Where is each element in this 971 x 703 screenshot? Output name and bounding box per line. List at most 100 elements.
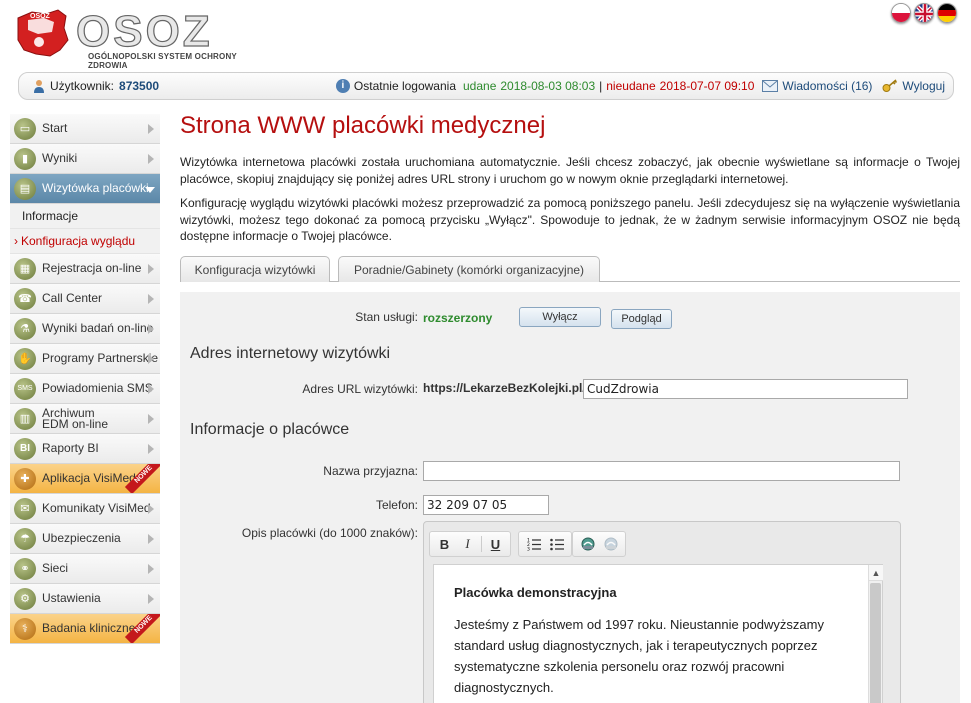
- sidebar-item-start[interactable]: ▭ Start: [10, 114, 160, 144]
- sidebar-item-komunikaty[interactable]: ✉ Komunikaty VisiMed: [10, 494, 160, 524]
- disable-button[interactable]: Wyłącz: [519, 307, 601, 327]
- monitor-icon: ▭: [14, 117, 36, 140]
- sidebar-item-label: Sieci: [42, 561, 69, 575]
- list-toolbar: 123: [518, 531, 572, 557]
- ordered-list-icon[interactable]: 123: [524, 535, 543, 554]
- friendly-name-input[interactable]: [423, 461, 900, 481]
- sidebar-item-archiwum[interactable]: ▥ Archiwum EDM on-line: [10, 404, 160, 434]
- pl-flag-icon[interactable]: [891, 3, 911, 23]
- unlink-icon[interactable]: [601, 535, 620, 554]
- handshake-icon: ✋: [14, 347, 36, 370]
- url-slug-input[interactable]: [583, 379, 908, 399]
- messages-link[interactable]: Wiadomości (16): [782, 79, 872, 93]
- network-icon: ⚭: [14, 557, 36, 580]
- italic-icon[interactable]: I: [458, 535, 477, 554]
- last-login-label: Ostatnie logowania: [353, 79, 456, 93]
- login-info: i Ostatnie logowania udane 2018-08-03 08…: [335, 79, 945, 93]
- sidebar-item-wizytowka[interactable]: ▤ Wizytówka placówki: [10, 174, 160, 204]
- rich-text-editor: B I U 123 Placówka demonstracyjna Jesteś…: [423, 521, 901, 703]
- language-flags: [891, 3, 957, 23]
- logout-link[interactable]: Wyloguj: [902, 79, 945, 93]
- name-label: Nazwa przyjazna:: [323, 464, 418, 478]
- bullet-list-icon[interactable]: [547, 535, 566, 554]
- sidebar-item-label: Ustawienia: [42, 591, 101, 605]
- subitem-informacje[interactable]: Informacje: [10, 204, 160, 229]
- flask-icon: ⚗: [14, 317, 36, 340]
- chevron-down-icon: [145, 187, 155, 193]
- link-icon[interactable]: [578, 535, 597, 554]
- sidebar-item-label: Wyniki badań on-line: [42, 321, 154, 335]
- sidebar-item-call-center[interactable]: ☎ Call Center: [10, 284, 160, 314]
- sidebar-item-label: Powiadomienia SMS: [42, 381, 153, 395]
- user-info: Użytkownik: 873500: [33, 79, 159, 93]
- sidebar-item-programy[interactable]: ✋ Programy Partnerskie: [10, 344, 160, 374]
- sidebar-item-label: Programy Partnerskie: [42, 351, 159, 365]
- tab-konfiguracja-wizytowki[interactable]: Konfiguracja wizytówki: [180, 256, 330, 282]
- sidebar-item-wyniki-badan[interactable]: ⚗ Wyniki badań on-line: [10, 314, 160, 344]
- tab-poradnie-gabinety[interactable]: Poradnie/Gabinety (komórki organizacyjne…: [338, 256, 600, 282]
- editor-scrollbar[interactable]: ▲: [868, 565, 883, 703]
- subitem-label: Konfiguracja wyglądu: [21, 234, 136, 248]
- sidebar-item-label: Ubezpieczenia: [42, 531, 121, 545]
- subitem-konfiguracja[interactable]: Konfiguracja wyglądu: [10, 229, 160, 254]
- format-toolbar: B I U: [429, 531, 511, 557]
- sidebar-item-label: Komunikaty VisiMed: [42, 501, 151, 515]
- config-panel: Stan usługi: rozszerzony Wyłącz Podgląd …: [180, 292, 960, 703]
- user-id: 873500: [119, 79, 160, 93]
- envelope-icon[interactable]: [762, 80, 779, 92]
- archive-icon: ▥: [14, 407, 36, 430]
- sidebar-item-label: Archiwum EDM on-line: [42, 405, 109, 431]
- key-icon[interactable]: [882, 79, 898, 93]
- uk-flag-icon[interactable]: [914, 3, 934, 23]
- sidebar-item-label: Rejestracja on-line: [42, 261, 142, 275]
- sidebar-item-label: Wizytówka placówki: [42, 181, 149, 195]
- chevron-right-icon: [148, 504, 154, 514]
- service-label: Stan usługi:: [355, 310, 418, 324]
- info-section-heading: Informacje o placówce: [190, 421, 350, 438]
- de-flag-icon[interactable]: [937, 3, 957, 23]
- sidebar-item-badania-kliniczne[interactable]: ⚕ Badania kliniczne NOWE: [10, 614, 160, 644]
- sidebar: ▭ Start ▮ Wyniki ▤ Wizytówka placówki In…: [10, 114, 160, 644]
- info-icon: i: [335, 79, 350, 93]
- success-label: udane: [463, 79, 497, 93]
- osoz-logo[interactable]: OSOZ OSOZ OGÓLNOPOLSKI SYSTEM OCHRONY ZD…: [14, 6, 264, 70]
- chevron-right-icon: [148, 264, 154, 274]
- user-label: Użytkownik:: [50, 79, 115, 93]
- config-paragraph: Konfigurację wyglądu wizytówki placówki …: [180, 196, 960, 243]
- tab-bar: Konfiguracja wizytówki Poradnie/Gabinety…: [180, 256, 960, 282]
- chevron-right-icon: [148, 444, 154, 454]
- chevron-right-icon: [148, 324, 154, 334]
- svg-text:3: 3: [527, 547, 530, 552]
- bi-icon: BI: [14, 437, 36, 460]
- scrollbar-thumb[interactable]: [870, 583, 881, 703]
- sidebar-item-label: Badania kliniczne: [42, 621, 136, 635]
- clinical-icon: ⚕: [14, 617, 36, 640]
- gear-icon: ⚙: [14, 587, 36, 610]
- editor-content[interactable]: Placówka demonstracyjna Jesteśmy z Państ…: [433, 564, 883, 703]
- sidebar-item-raporty[interactable]: BI Raporty BI: [10, 434, 160, 464]
- header: OSOZ OSOZ OGÓLNOPOLSKI SYSTEM OCHRONY ZD…: [0, 0, 971, 72]
- underline-icon[interactable]: U: [486, 535, 505, 554]
- scroll-up-icon[interactable]: ▲: [869, 565, 883, 581]
- svg-text:OSOZ: OSOZ: [30, 13, 51, 20]
- sidebar-item-sieci[interactable]: ⚭ Sieci: [10, 554, 160, 584]
- sidebar-item-label: Start: [42, 121, 68, 135]
- preview-button[interactable]: Podgląd: [611, 309, 672, 329]
- bold-icon[interactable]: B: [435, 535, 454, 554]
- failed-time: 2018-07-07 09:10: [659, 79, 755, 93]
- status-bar: Użytkownik: 873500 i Ostatnie logowania …: [18, 72, 954, 100]
- sidebar-item-rejestracja[interactable]: ▦ Rejestracja on-line: [10, 254, 160, 284]
- sidebar-item-label: Aplikacja VisiMed: [42, 471, 136, 485]
- umbrella-icon: ☂: [14, 527, 36, 550]
- app-icon: ✚: [14, 467, 36, 490]
- sidebar-item-ustawienia[interactable]: ⚙ Ustawienia: [10, 584, 160, 614]
- phone-input[interactable]: [423, 495, 549, 515]
- chevron-right-icon: [148, 354, 154, 364]
- sidebar-item-wyniki[interactable]: ▮ Wyniki: [10, 144, 160, 174]
- card-icon: ▤: [14, 177, 36, 200]
- sidebar-item-aplikacja-visimed[interactable]: ✚ Aplikacja VisiMed NOWE: [10, 464, 160, 494]
- sidebar-item-ubezpieczenia[interactable]: ☂ Ubezpieczenia: [10, 524, 160, 554]
- page-title: Strona WWW placówki medycznej: [180, 112, 546, 139]
- sidebar-item-sms[interactable]: SMS Powiadomienia SMS: [10, 374, 160, 404]
- chart-icon: ▮: [14, 147, 36, 170]
